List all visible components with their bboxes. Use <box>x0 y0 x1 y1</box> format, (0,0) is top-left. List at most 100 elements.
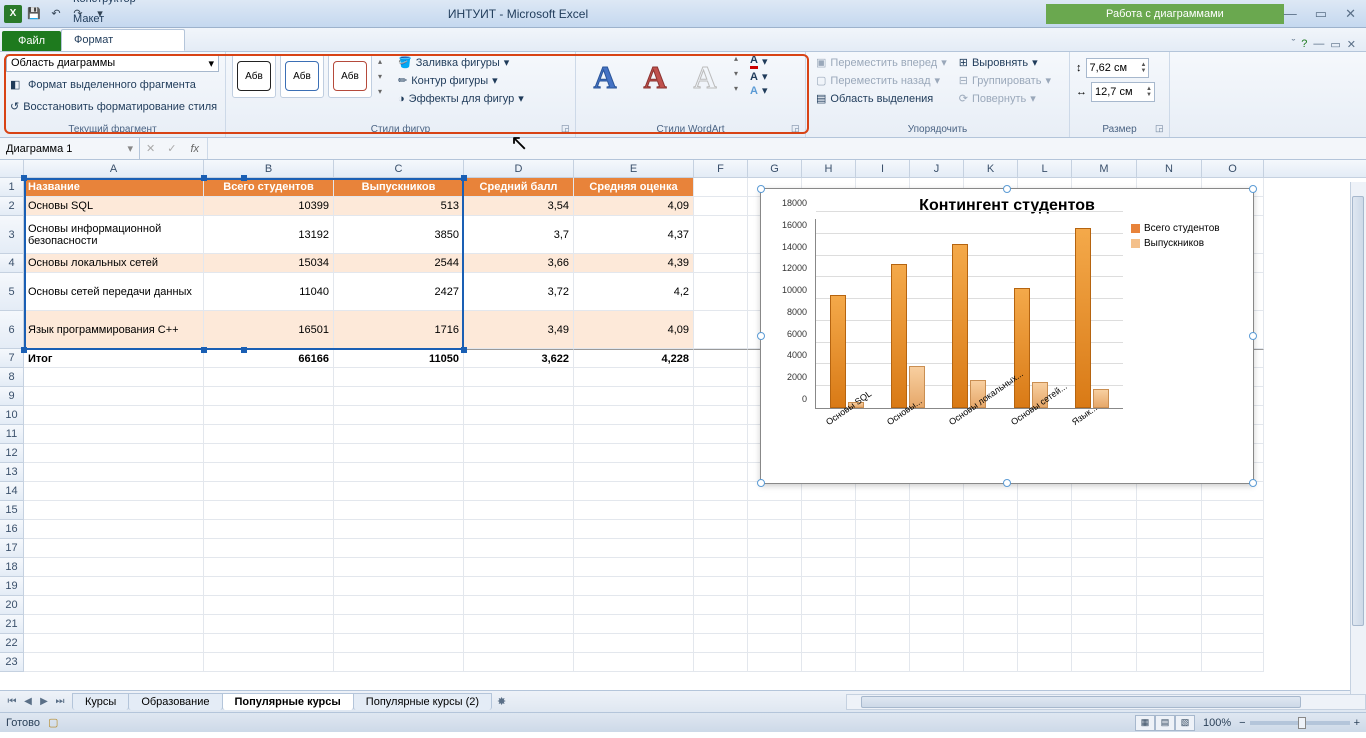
cell[interactable] <box>748 520 802 539</box>
cell[interactable] <box>464 615 574 634</box>
cell[interactable] <box>464 425 574 444</box>
cell[interactable] <box>694 273 748 311</box>
cell[interactable]: Всего студентов <box>204 178 334 197</box>
cell[interactable] <box>1072 653 1137 672</box>
cell[interactable] <box>1072 634 1137 653</box>
cell[interactable] <box>748 653 802 672</box>
cell[interactable] <box>856 520 910 539</box>
cell[interactable] <box>204 577 334 596</box>
chart-plot-area[interactable]: 0200040006000800010000120001400016000180… <box>771 219 1123 453</box>
chart-bar[interactable] <box>952 244 968 408</box>
cell[interactable] <box>694 653 748 672</box>
zoom-slider[interactable]: − + <box>1239 717 1360 729</box>
cell[interactable] <box>574 368 694 387</box>
sheet-tab[interactable]: Популярные курсы <box>222 693 354 710</box>
selection-handle[interactable] <box>201 347 207 353</box>
cell[interactable] <box>964 653 1018 672</box>
cell[interactable] <box>856 596 910 615</box>
cell[interactable] <box>748 539 802 558</box>
cell[interactable] <box>1072 558 1137 577</box>
cell[interactable] <box>464 406 574 425</box>
cell[interactable] <box>694 444 748 463</box>
cell[interactable] <box>964 539 1018 558</box>
cell[interactable] <box>1202 558 1264 577</box>
cell[interactable] <box>574 482 694 501</box>
shape-styles-launcher-icon[interactable]: ◲ <box>561 123 573 135</box>
cell[interactable] <box>334 539 464 558</box>
cell[interactable] <box>24 501 204 520</box>
doc-restore-icon[interactable]: ▭ <box>1330 38 1340 51</box>
format-selection-button[interactable]: ◧ Формат выделенного фрагмента <box>6 76 219 94</box>
cell[interactable] <box>464 539 574 558</box>
cell[interactable] <box>204 501 334 520</box>
cell[interactable] <box>694 387 748 406</box>
cell[interactable] <box>1137 615 1202 634</box>
doc-minimize-icon[interactable]: — <box>1313 38 1324 51</box>
cell[interactable] <box>574 387 694 406</box>
cell[interactable]: Средняя оценка <box>574 178 694 197</box>
column-header[interactable]: B <box>204 160 334 177</box>
cell[interactable] <box>856 539 910 558</box>
cell[interactable] <box>694 501 748 520</box>
cell[interactable] <box>334 406 464 425</box>
cell[interactable] <box>1072 482 1137 501</box>
cell[interactable] <box>1137 558 1202 577</box>
cell[interactable] <box>1137 596 1202 615</box>
cell[interactable] <box>910 615 964 634</box>
shape-style-1[interactable]: Абв <box>232 54 276 98</box>
formula-input[interactable] <box>207 138 1366 159</box>
cell[interactable] <box>1072 501 1137 520</box>
cell[interactable] <box>1202 615 1264 634</box>
cell[interactable] <box>802 596 856 615</box>
cell[interactable] <box>204 634 334 653</box>
text-effects-button[interactable]: A▾ <box>748 84 769 97</box>
tab-Формат[interactable]: Формат <box>61 29 185 51</box>
cell[interactable] <box>694 406 748 425</box>
cell[interactable] <box>464 501 574 520</box>
cell[interactable]: 4,09 <box>574 197 694 216</box>
row-header[interactable]: 16 <box>0 520 24 539</box>
cell[interactable] <box>1137 634 1202 653</box>
text-fill-button[interactable]: A▾ <box>748 54 769 69</box>
row-header[interactable]: 2 <box>0 197 24 216</box>
cell[interactable] <box>748 558 802 577</box>
cell[interactable]: 3,7 <box>464 216 574 254</box>
selection-handle[interactable] <box>241 175 247 181</box>
text-outline-button[interactable]: A▾ <box>748 70 769 83</box>
cell[interactable] <box>334 653 464 672</box>
cell[interactable] <box>1072 615 1137 634</box>
cell[interactable] <box>24 558 204 577</box>
bring-forward-button[interactable]: ▣Переместить вперед ▾ <box>812 54 951 71</box>
cell[interactable] <box>1018 501 1072 520</box>
cell[interactable] <box>334 501 464 520</box>
chart-legend[interactable]: Всего студентов Выпускников <box>1123 219 1243 453</box>
column-header[interactable]: N <box>1137 160 1202 177</box>
cell[interactable] <box>1202 520 1264 539</box>
cell[interactable] <box>694 368 748 387</box>
cell[interactable] <box>204 653 334 672</box>
cell[interactable] <box>694 311 748 349</box>
view-page-break-icon[interactable]: ▧ <box>1175 715 1195 731</box>
wordart-style-1[interactable]: А <box>582 54 628 100</box>
selection-dropdown[interactable]: Область диаграммы▾ <box>6 54 219 72</box>
cell[interactable] <box>24 653 204 672</box>
selection-handle[interactable] <box>201 175 207 181</box>
cell[interactable] <box>856 615 910 634</box>
cell[interactable] <box>334 520 464 539</box>
cell[interactable] <box>574 463 694 482</box>
cell[interactable] <box>204 596 334 615</box>
cell[interactable] <box>910 501 964 520</box>
cell[interactable] <box>464 368 574 387</box>
cell[interactable] <box>910 520 964 539</box>
selection-handle[interactable] <box>461 175 467 181</box>
cell[interactable]: 2427 <box>334 273 464 311</box>
cell[interactable] <box>24 444 204 463</box>
cell[interactable] <box>464 463 574 482</box>
selection-handle[interactable] <box>241 347 247 353</box>
cell[interactable] <box>1202 501 1264 520</box>
cell[interactable] <box>856 558 910 577</box>
shape-effects-button[interactable]: ◑Эффекты для фигур ▾ <box>394 90 528 107</box>
height-input[interactable]: ▲▼ <box>1086 58 1150 78</box>
cell[interactable] <box>694 463 748 482</box>
column-header[interactable]: G <box>748 160 802 177</box>
